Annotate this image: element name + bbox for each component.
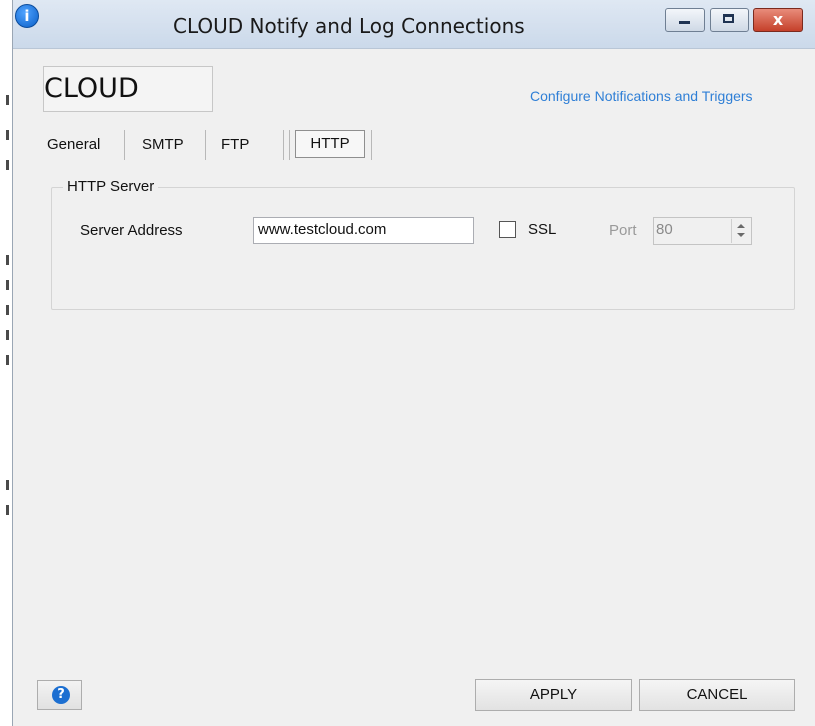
background-window-edge [0,0,12,726]
tab-divider [371,130,372,160]
tab-smtp[interactable]: SMTP [142,130,184,160]
close-icon: x [772,10,784,29]
window-title: CLOUD Notify and Log Connections [173,14,525,38]
tab-ftp[interactable]: FTP [221,130,249,160]
connection-name-value: CLOUD [44,73,139,104]
title-bar: i CLOUD Notify and Log Connections x [13,0,815,49]
close-button[interactable]: x [753,8,803,32]
ssl-checkbox[interactable] [499,221,516,238]
minimize-button[interactable] [665,8,705,32]
connection-name-field[interactable]: CLOUD [43,66,213,112]
server-address-label: Server Address [80,222,183,239]
maximize-button[interactable] [710,8,749,32]
spinner-up-icon[interactable] [737,224,745,228]
tab-divider [124,130,125,160]
http-server-group-title: HTTP Server [63,178,159,195]
dialog-window: i CLOUD Notify and Log Connections x CLO… [12,0,815,726]
http-server-group [51,187,795,310]
cancel-button[interactable]: CANCEL [639,679,795,711]
tab-divider [289,130,290,160]
configure-notifications-link[interactable]: Configure Notifications and Triggers [530,88,753,104]
tab-general[interactable]: General [47,130,100,160]
help-icon: ? [52,686,70,704]
help-button[interactable]: ? [37,680,82,710]
server-address-input[interactable]: www.testcloud.com [253,217,474,244]
spinner-down-icon[interactable] [737,233,745,237]
info-icon: i [15,4,39,28]
tab-http[interactable]: HTTP [295,130,365,158]
apply-button[interactable]: APPLY [475,679,632,711]
tab-divider [205,130,206,160]
port-label: Port [609,222,637,239]
ssl-label[interactable]: SSL [528,221,556,238]
port-spinner[interactable] [731,219,750,243]
tab-divider [283,130,284,160]
